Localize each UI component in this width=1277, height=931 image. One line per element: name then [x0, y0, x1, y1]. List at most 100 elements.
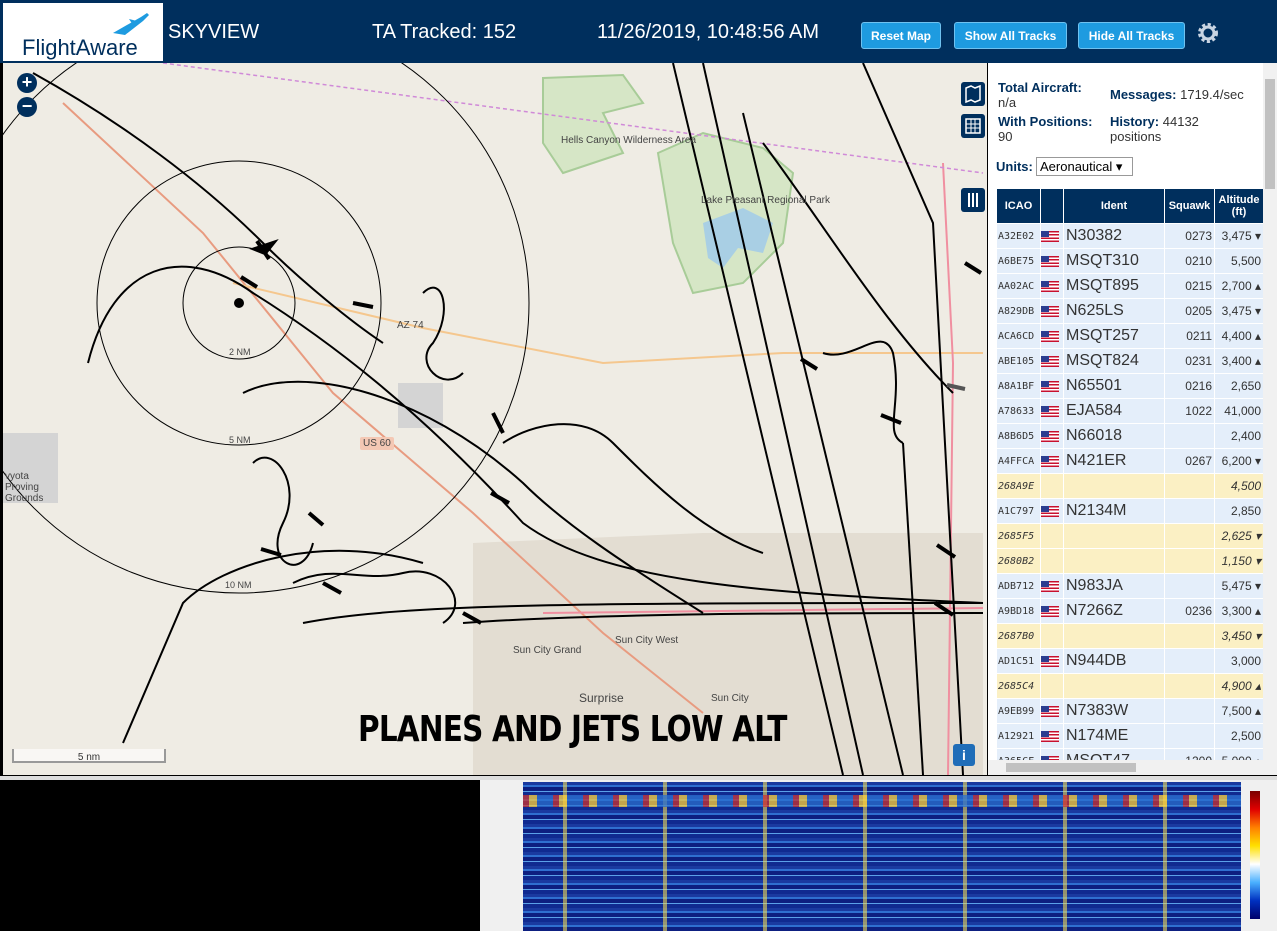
total-aircraft-label: Total Aircraft: [998, 80, 1082, 95]
flightaware-logo[interactable]: FlightAware [3, 3, 163, 61]
map-canvas [3, 63, 984, 775]
cell-ident: N944DB [1063, 648, 1165, 674]
table-row[interactable]: ACA6CD MSQT257 0211 4,400 ▴ [996, 323, 1264, 349]
us-flag-icon [1041, 381, 1059, 393]
zoom-out-button[interactable]: − [17, 97, 37, 117]
cell-icao: 2680B2 [996, 548, 1041, 574]
us-flag-icon [1041, 406, 1059, 418]
cell-altitude: 4,500 [1214, 473, 1264, 499]
zoom-in-button[interactable]: + [17, 73, 37, 93]
cell-icao: ABE105 [996, 348, 1041, 374]
aircraft-table-body: A32E02 N30382 0273 3,475 ▾ A6BE75 MSQT310 0210… [996, 223, 1264, 775]
cell-ident [1063, 473, 1165, 499]
cell-squawk [1164, 423, 1215, 449]
waterfall-hot-band [523, 795, 1241, 807]
col-header-ident[interactable]: Ident [1063, 188, 1165, 224]
cell-altitude: 6,200 ▾ [1214, 448, 1264, 474]
cell-flag [1040, 373, 1064, 399]
units-select[interactable]: Aeronautical ▾ [1036, 157, 1133, 176]
col-header-icao[interactable]: ICAO [996, 188, 1041, 224]
table-row[interactable]: AD1C51 N944DB 3,000 [996, 648, 1264, 674]
cell-altitude: 2,400 [1214, 423, 1264, 449]
cell-ident: N2134M [1063, 498, 1165, 524]
cell-altitude: 2,700 ▴ [1214, 273, 1264, 299]
info-button[interactable]: i [953, 744, 975, 766]
cell-altitude: 2,625 ▾ [1214, 523, 1264, 549]
grid-icon[interactable] [961, 114, 985, 138]
table-row[interactable]: A4FFCA N421ER 0267 6,200 ▾ [996, 448, 1264, 474]
show-all-tracks-button[interactable]: Show All Tracks [954, 22, 1067, 49]
cell-flag [1040, 623, 1064, 649]
cell-ident: N421ER [1063, 448, 1165, 474]
history-label: History: [1110, 114, 1160, 129]
table-row[interactable]: A1C797 N2134M 2,850 [996, 498, 1264, 524]
gear-icon[interactable] [1196, 21, 1220, 45]
horizontal-scroll-thumb[interactable] [1006, 763, 1136, 772]
cell-squawk [1164, 498, 1215, 524]
receiver-location [234, 298, 244, 308]
cell-icao: A8A1BF [996, 373, 1041, 399]
map-layers-icon[interactable] [961, 82, 985, 106]
cell-ident: N65501 [1063, 373, 1165, 399]
us-flag-icon [1041, 656, 1059, 668]
cell-icao: ADB712 [996, 573, 1041, 599]
cell-ident: N7383W [1063, 698, 1165, 724]
map-label-sun-city-grand: Sun City Grand [513, 645, 582, 656]
cell-ident: N174ME [1063, 723, 1165, 749]
cell-altitude: 3,475 ▾ [1214, 223, 1264, 249]
vertical-scrollbar[interactable] [1263, 63, 1277, 775]
total-aircraft-stat: Total Aircraft: n/a [998, 80, 1082, 110]
map-label-lake: Lake Pleasant Regional Park [701, 195, 830, 206]
cell-squawk: 0211 [1164, 323, 1215, 349]
app-name: SKYVIEW [168, 21, 260, 43]
cell-altitude: 3,450 ▾ [1214, 623, 1264, 649]
cell-squawk [1164, 473, 1215, 499]
cell-flag [1040, 223, 1064, 249]
table-row[interactable]: A32E02 N30382 0273 3,475 ▾ [996, 223, 1264, 249]
aircraft-sidebar: Total Aircraft: n/a With Positions: 90 M… [988, 63, 1277, 775]
col-header-squawk[interactable]: Squawk [1164, 188, 1215, 224]
hide-all-tracks-button[interactable]: Hide All Tracks [1078, 22, 1185, 49]
cell-flag [1040, 298, 1064, 324]
table-row[interactable]: A12921 N174ME 2,500 [996, 723, 1264, 749]
table-row[interactable]: ABE105 MSQT824 0231 3,400 ▴ [996, 348, 1264, 374]
cell-icao: A4FFCA [996, 448, 1041, 474]
messages-stat: Messages: 1719.4/sec [1110, 87, 1244, 102]
vertical-scroll-thumb[interactable] [1265, 79, 1275, 189]
table-row[interactable]: A6BE75 MSQT310 0210 5,500 [996, 248, 1264, 274]
cell-flag [1040, 348, 1064, 374]
table-row[interactable]: A9EB99 N7383W 7,500 ▴ [996, 698, 1264, 724]
columns-icon[interactable] [961, 188, 985, 212]
map-label-us60: US 60 [360, 437, 394, 450]
table-row[interactable]: A78633 EJA584 1022 41,000 [996, 398, 1264, 424]
table-row[interactable]: 2685F5 2,625 ▾ [996, 523, 1264, 549]
table-row[interactable]: A9BD18 N7266Z 0236 3,300 ▴ [996, 598, 1264, 624]
table-row[interactable]: A8A1BF N65501 0216 2,650 [996, 373, 1264, 399]
cell-altitude: 2,500 [1214, 723, 1264, 749]
cell-ident: N30382 [1063, 223, 1165, 249]
range-label-10nm: 10 NM [225, 580, 252, 590]
map-view[interactable]: + − Hells Canyon Wilderness Area Lake Pl… [3, 63, 987, 775]
table-row[interactable]: AA02AC MSQT895 0215 2,700 ▴ [996, 273, 1264, 299]
us-flag-icon [1041, 281, 1059, 293]
cell-ident: MSQT895 [1063, 273, 1165, 299]
cell-flag [1040, 473, 1064, 499]
us-flag-icon [1041, 581, 1059, 593]
table-row[interactable]: 2687B0 3,450 ▾ [996, 623, 1264, 649]
reset-map-button[interactable]: Reset Map [861, 22, 941, 49]
us-flag-icon [1041, 706, 1059, 718]
cell-icao: 2687B0 [996, 623, 1041, 649]
cell-squawk: 0215 [1164, 273, 1215, 299]
table-row[interactable]: 268A9E 4,500 [996, 473, 1264, 499]
table-row[interactable]: ADB712 N983JA 5,475 ▾ [996, 573, 1264, 599]
map-label-sun-city-west: Sun City West [615, 635, 679, 646]
table-row[interactable]: 2680B2 1,150 ▾ [996, 548, 1264, 574]
logo-text: FlightAware [22, 35, 138, 60]
cell-icao: ACA6CD [996, 323, 1041, 349]
col-header-flag[interactable] [1040, 188, 1064, 224]
table-row[interactable]: A829DB N625LS 0205 3,475 ▾ [996, 298, 1264, 324]
table-row[interactable]: A8B6D5 N66018 2,400 [996, 423, 1264, 449]
table-row[interactable]: 2685C4 4,900 ▴ [996, 673, 1264, 699]
horizontal-scrollbar[interactable] [988, 760, 1263, 775]
col-header-altitude[interactable]: Altitude (ft) [1214, 188, 1264, 224]
